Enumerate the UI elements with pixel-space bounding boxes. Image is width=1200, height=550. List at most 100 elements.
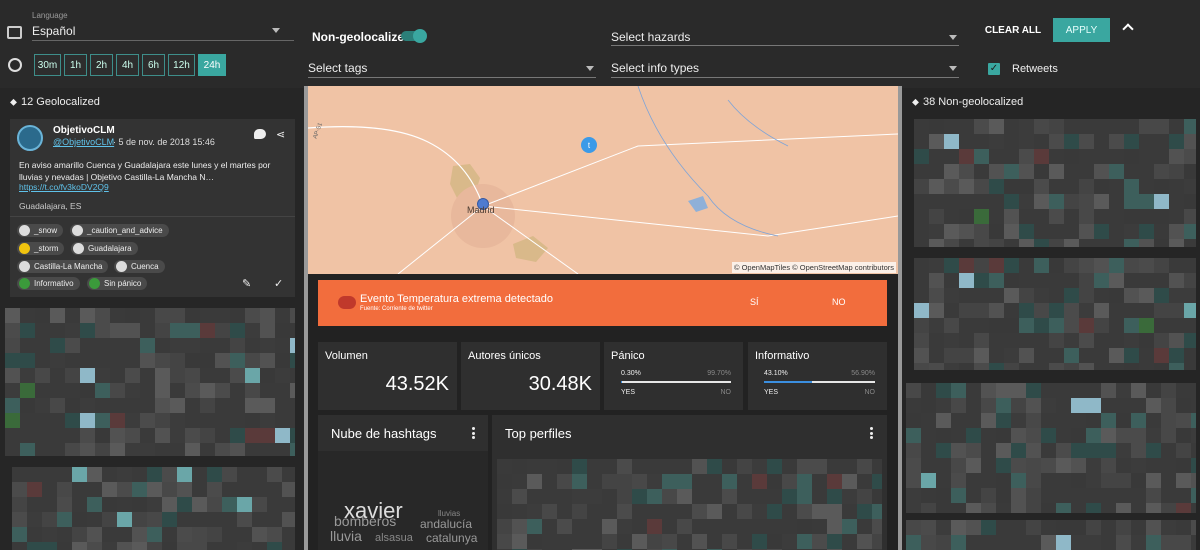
tag-chip[interactable]: Castilla-La Mancha	[17, 260, 109, 273]
blur-tile	[914, 348, 929, 363]
blur-tile	[1131, 535, 1146, 550]
blur-tile	[1184, 224, 1196, 239]
city-icon	[73, 243, 84, 254]
tweet-link[interactable]: https://t.co/fv3koDV2Q9	[19, 182, 109, 192]
blur-tile	[1049, 164, 1064, 179]
tweet-handle[interactable]: @ObjetivoCLM	[53, 137, 114, 147]
tweet-date: · 5 de nov. de 2018 15:46	[113, 137, 215, 147]
blur-tile	[230, 308, 245, 323]
time-button-24h[interactable]: 24h	[198, 54, 226, 76]
tag-chip[interactable]: Informativo	[17, 277, 80, 290]
chevron-down-icon[interactable]	[949, 35, 957, 40]
chevron-down-icon[interactable]	[949, 66, 957, 71]
time-button-6h[interactable]: 6h	[142, 54, 165, 76]
blur-tile	[185, 443, 200, 456]
blur-tile	[162, 467, 177, 482]
more-vert-icon[interactable]	[870, 427, 873, 439]
blur-tile	[1116, 503, 1131, 513]
chevron-up-icon[interactable]	[1122, 23, 1134, 35]
blur-tile	[1191, 428, 1196, 443]
blur-tile	[1094, 194, 1109, 209]
blur-tile	[170, 353, 185, 368]
blur-tile	[290, 308, 295, 323]
comment-icon	[7, 26, 22, 39]
select-hazards-input[interactable]: Select hazards	[611, 30, 690, 44]
time-button-1h[interactable]: 1h	[64, 54, 87, 76]
blur-tile	[185, 368, 200, 383]
time-button-2h[interactable]: 2h	[90, 54, 113, 76]
hashtag-word[interactable]: lluvia	[330, 528, 362, 544]
apply-button[interactable]: APPLY	[1053, 18, 1110, 42]
blur-tile	[1176, 428, 1191, 443]
blur-tile	[1176, 535, 1191, 550]
chevron-down-icon[interactable]	[272, 28, 280, 33]
blur-tile	[1139, 333, 1154, 348]
blur-tile	[132, 497, 147, 512]
blur-tile	[1161, 535, 1176, 550]
lightning-icon	[19, 243, 30, 254]
tag-chip[interactable]: _storm	[17, 242, 65, 255]
select-info-types-input[interactable]: Select info types	[611, 61, 699, 75]
hashtag-word[interactable]: lluvias	[438, 509, 460, 518]
edit-icon[interactable]: ✎	[242, 277, 251, 290]
check-icon[interactable]: ✓	[274, 277, 283, 290]
blur-tile	[1101, 458, 1116, 473]
tweet-text: En aviso amarillo Cuenca y Guadalajara e…	[19, 160, 271, 182]
blur-tile	[1004, 318, 1019, 333]
blur-tile	[1169, 239, 1184, 247]
kpi-info-fill	[764, 381, 812, 383]
blur-tile	[959, 179, 974, 194]
tag-chip[interactable]: _caution_and_advice	[70, 224, 169, 237]
time-button-4h[interactable]: 4h	[116, 54, 139, 76]
geolocalized-count: 12 Geolocalized	[21, 96, 100, 108]
non-geolocalized-toggle[interactable]	[401, 29, 427, 43]
twitter-marker[interactable]: t	[581, 137, 597, 153]
time-button-30m[interactable]: 30m	[34, 54, 61, 76]
blur-tile	[1041, 398, 1056, 413]
blur-tile	[1079, 288, 1094, 303]
tweet-card[interactable]: ObjetivoCLM @ObjetivoCLM · 5 de nov. de …	[10, 119, 295, 297]
tag-chip[interactable]: Cuenca	[114, 260, 165, 273]
tag-chip[interactable]: Sin pánico	[87, 277, 148, 290]
select-tags-input[interactable]: Select tags	[308, 61, 367, 75]
hashtag-word[interactable]: andalucía	[420, 517, 472, 531]
blur-tile	[5, 353, 20, 368]
more-vert-icon[interactable]	[472, 427, 475, 439]
blur-tile	[290, 323, 295, 338]
blur-tile	[929, 303, 944, 318]
blur-tile	[959, 363, 974, 370]
blur-tile	[1131, 413, 1146, 428]
twitter-icon[interactable]	[254, 129, 266, 139]
tag-chip[interactable]: Guadalajara	[71, 242, 138, 255]
hashtag-word[interactable]: catalunya	[426, 531, 477, 545]
retweets-checkbox[interactable]: ✓	[988, 63, 1000, 75]
blur-tile	[1086, 428, 1101, 443]
clear-all-button[interactable]: CLEAR ALL	[978, 18, 1048, 42]
blur-tile	[1116, 473, 1131, 488]
kpi-panic-bar	[621, 381, 731, 383]
hashtag-word[interactable]: bomberos	[334, 513, 396, 529]
blur-tile	[117, 542, 132, 550]
alert-yes-button[interactable]: SÍ	[750, 297, 759, 307]
chevron-down-icon[interactable]	[586, 66, 594, 71]
time-button-12h[interactable]: 12h	[168, 54, 195, 76]
blur-tile	[512, 489, 527, 504]
map-view[interactable]: Madrid AP-51 t © OpenMapTiles © OpenStre…	[308, 86, 898, 274]
blur-tile	[170, 338, 185, 353]
language-select[interactable]: Español	[32, 24, 75, 38]
tweet-author[interactable]: ObjetivoCLM	[53, 125, 115, 136]
avatar[interactable]	[17, 125, 43, 151]
share-icon[interactable]: ⋖	[276, 128, 285, 141]
blur-tile	[512, 519, 527, 534]
blur-tile	[974, 224, 989, 239]
hashtag-word[interactable]: alsasua	[375, 532, 413, 544]
scrollbar-right[interactable]	[898, 86, 902, 550]
alert-no-button[interactable]: NO	[832, 297, 846, 307]
blur-tile	[147, 527, 162, 542]
blur-tile	[1079, 224, 1094, 239]
blur-tile	[1139, 318, 1154, 333]
blur-tile	[267, 467, 282, 482]
blur-tile	[1004, 288, 1019, 303]
tag-chip[interactable]: _snow	[17, 224, 64, 237]
blur-tile	[1131, 473, 1146, 488]
